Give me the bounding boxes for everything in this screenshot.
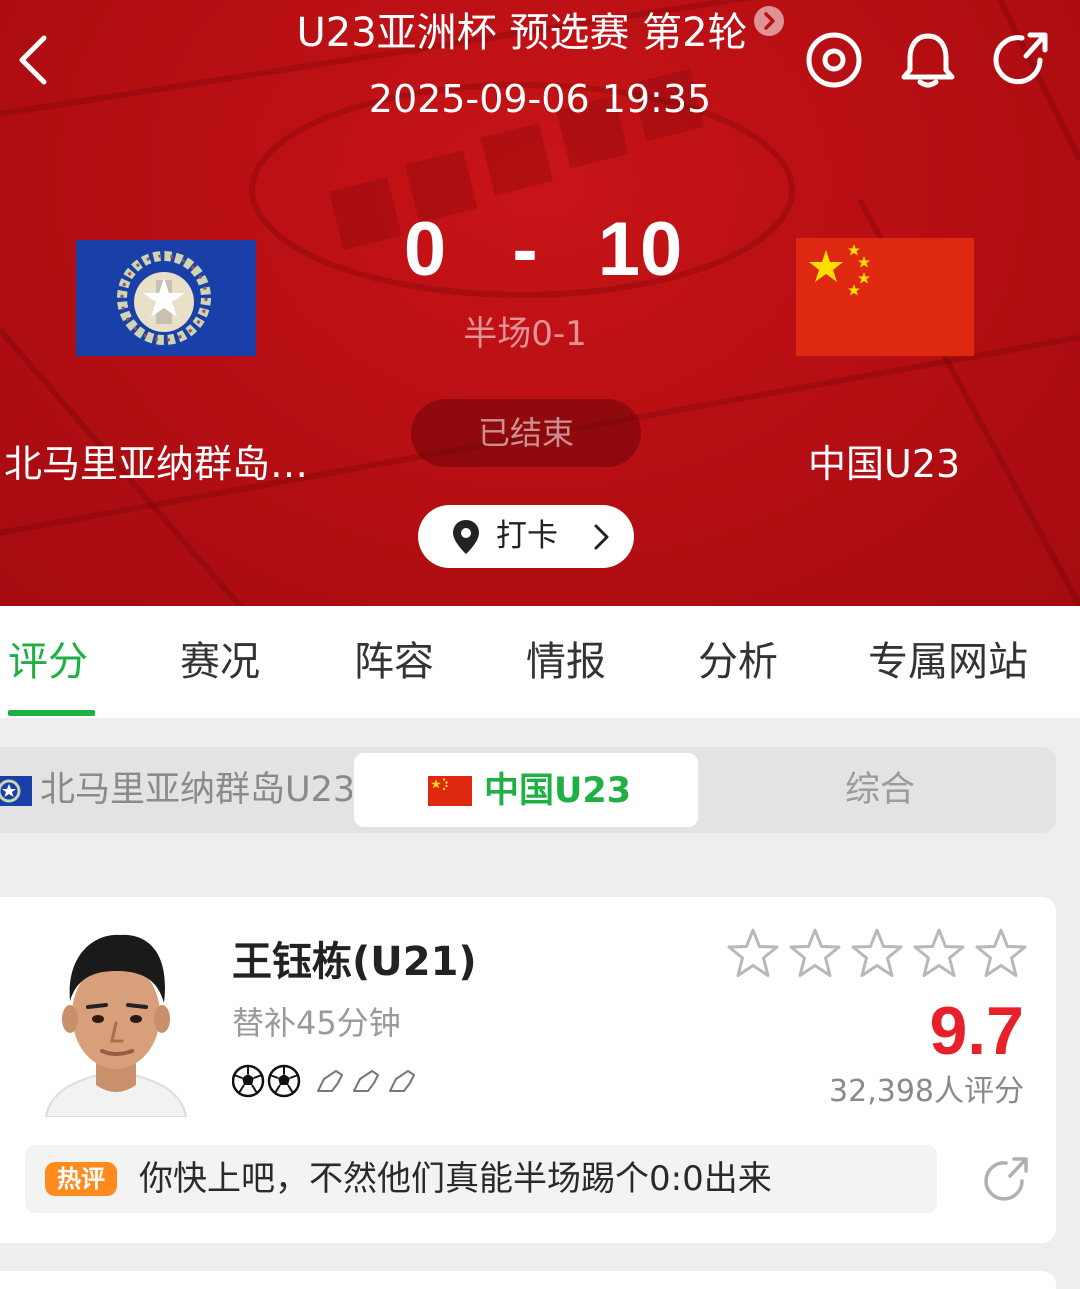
- chevron-right-icon: [753, 6, 784, 36]
- bell-icon[interactable]: [898, 30, 958, 90]
- away-score: 10: [597, 207, 683, 292]
- assist-icons: [317, 1070, 415, 1092]
- checkin-button[interactable]: 打卡: [418, 505, 634, 568]
- star-icon[interactable]: [974, 927, 1028, 981]
- share-icon[interactable]: [980, 1155, 1030, 1205]
- player-avatar[interactable]: [36, 923, 196, 1117]
- player-name: 王钰栋(U21): [232, 939, 477, 985]
- away-team-flag: [796, 238, 974, 356]
- home-team-name[interactable]: 北马里亚纳群岛…: [4, 440, 308, 488]
- scoreboard: 0 - 10: [380, 206, 710, 296]
- next-card-edge: [0, 1271, 1056, 1289]
- star-icon[interactable]: [912, 927, 966, 981]
- goal-icons: [232, 1064, 301, 1098]
- star-icon[interactable]: [726, 927, 780, 981]
- soccer-ball-icon: [232, 1064, 265, 1098]
- team-option-away-label: 中国U23: [484, 771, 632, 811]
- active-tab-indicator: [8, 710, 95, 716]
- team-selector: 北马里亚纳群岛U23 中国U23 综合: [0, 747, 1056, 833]
- match-header: U23亚洲杯 预选赛 第2轮 2025-09-06 19:35 0 - 10 半: [0, 0, 1080, 606]
- home-flag-icon: [0, 776, 32, 806]
- match-status-badge: 已结束: [411, 399, 641, 467]
- chevron-right-icon: [594, 524, 609, 550]
- team-option-away[interactable]: 中国U23: [354, 753, 698, 827]
- halftime-score: 半场0-1: [463, 314, 587, 354]
- boot-icon: [317, 1070, 343, 1092]
- tab-analysis[interactable]: 分析: [698, 636, 778, 688]
- tab-intel[interactable]: 情报: [526, 636, 606, 688]
- boot-icon: [353, 1070, 379, 1092]
- hot-comment-text: 你快上吧，不然他们真能半场踢个0:0出来: [139, 1159, 772, 1199]
- tab-official-site[interactable]: 专属网站: [868, 636, 1028, 688]
- hot-comment[interactable]: 热评 你快上吧，不然他们真能半场踢个0:0出来: [25, 1145, 937, 1213]
- hot-comment-badge: 热评: [45, 1162, 117, 1196]
- checkin-label: 打卡: [496, 518, 558, 554]
- china-flag-icon: [428, 776, 472, 806]
- tab-rating[interactable]: 评分: [8, 636, 88, 688]
- star-rating-input[interactable]: [726, 927, 1030, 983]
- home-score: 0: [403, 207, 447, 292]
- boot-icon: [389, 1070, 415, 1092]
- team-option-all[interactable]: 综合: [780, 747, 980, 833]
- away-team-name[interactable]: 中国U23: [808, 440, 960, 488]
- share-icon[interactable]: [990, 30, 1050, 90]
- team-option-home[interactable]: 北马里亚纳群岛U23: [0, 747, 352, 833]
- score-separator: -: [512, 207, 538, 292]
- tab-lineup[interactable]: 阵容: [354, 636, 434, 688]
- team-option-home-label: 北马里亚纳群岛U23: [40, 770, 352, 810]
- tab-bar: 评分 赛况 阵容 情报 分析 专属网站: [0, 606, 1080, 718]
- player-rating-score: 9.7: [929, 993, 1024, 1069]
- rating-count: 32,398人评分: [829, 1074, 1024, 1109]
- target-icon[interactable]: [804, 30, 864, 90]
- tab-live[interactable]: 赛况: [180, 636, 260, 688]
- star-icon[interactable]: [850, 927, 904, 981]
- star-icon[interactable]: [788, 927, 842, 981]
- location-pin-icon: [453, 520, 479, 554]
- player-minutes: 替补45分钟: [232, 1004, 401, 1042]
- soccer-ball-icon: [267, 1064, 301, 1098]
- home-team-flag: [76, 240, 256, 356]
- competition-title-text: U23亚洲杯 预选赛 第2轮: [296, 10, 748, 56]
- player-rating-card[interactable]: 王钰栋(U21) 替补45分钟 9.7 32,398人评分 热评 你快上吧，不然…: [0, 897, 1056, 1243]
